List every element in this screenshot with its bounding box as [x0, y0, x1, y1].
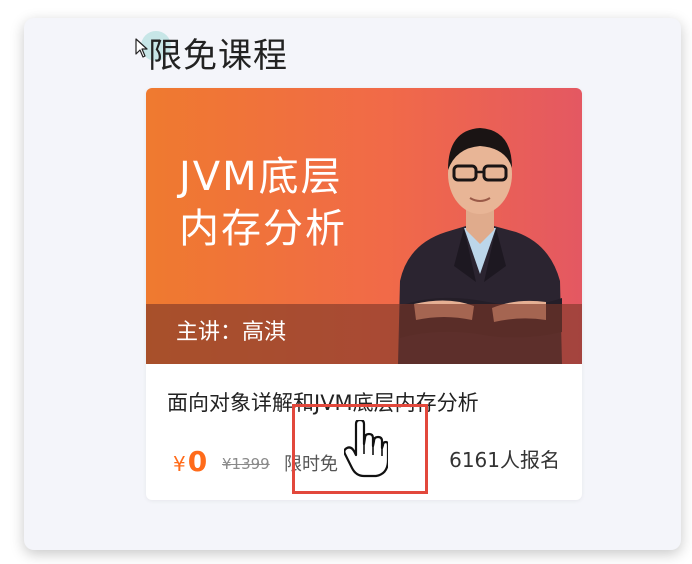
instructor-label: 主讲：高淇 [176, 320, 287, 345]
price-currency: ¥ [173, 452, 186, 476]
course-banner[interactable]: JVM底层 内存分析 主讲：高淇 [146, 88, 582, 364]
arrow-cursor-icon [135, 38, 148, 58]
hand-cursor-icon [344, 420, 388, 478]
current-price: ¥0 [173, 444, 207, 482]
price-value: 0 [187, 445, 208, 478]
instructor-bar: 主讲：高淇 [146, 304, 582, 364]
section-title: 限免课程 [148, 36, 288, 76]
enroll-count: 6161人报名 [449, 448, 560, 472]
original-price: ¥1399 [222, 455, 270, 473]
